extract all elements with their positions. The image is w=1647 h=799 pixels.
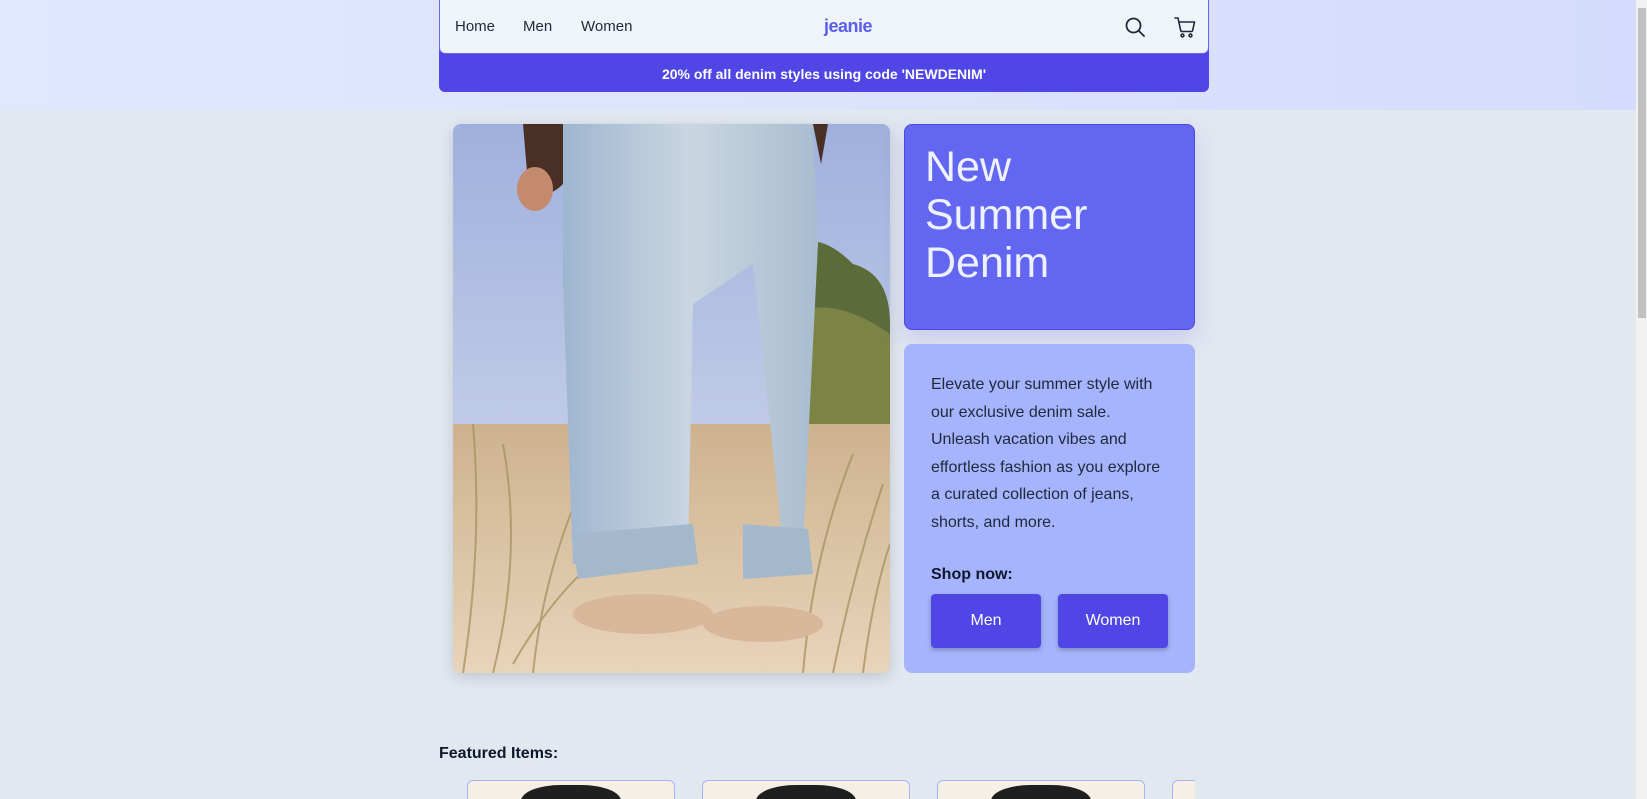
featured-items-heading: Featured Items: (439, 745, 559, 762)
nav-link-men[interactable]: Men (523, 18, 552, 35)
nav-link-women[interactable]: Women (581, 18, 632, 35)
shop-now-label: Shop now: (931, 566, 1013, 583)
site-logo[interactable]: jeanie (824, 16, 873, 37)
product-image (991, 785, 1091, 799)
featured-item-card[interactable] (467, 780, 675, 799)
scrollbar-thumb[interactable] (1638, 8, 1646, 318)
shop-women-button[interactable]: Women (1058, 594, 1168, 648)
featured-item-card[interactable] (1172, 780, 1195, 799)
navbar: Home Men Women jeanie (439, 0, 1209, 54)
promo-banner: 20% off all denim styles using code 'NEW… (439, 48, 1209, 92)
product-image (521, 785, 621, 799)
featured-item-card[interactable] (702, 780, 910, 799)
hero-image (453, 124, 890, 673)
site-header: Home Men Women jeanie 20% off all denim … (439, 0, 1209, 92)
search-icon[interactable] (1123, 15, 1147, 39)
product-image (756, 785, 856, 799)
nav-link-home[interactable]: Home (455, 18, 495, 35)
hero-title-line: Summer (925, 191, 1088, 239)
hero-title-card: New Summer Denim (904, 124, 1195, 330)
hero-description: Elevate your summer style with our exclu… (931, 376, 1161, 531)
shop-men-button[interactable]: Men (931, 594, 1041, 648)
hero-description-card: Elevate your summer style with our exclu… (904, 344, 1195, 673)
cart-icon[interactable] (1173, 15, 1197, 39)
hero-title-line: Denim (925, 239, 1050, 287)
hero-title-line: New (925, 143, 1012, 191)
hero-title: New Summer Denim (925, 143, 1174, 287)
featured-item-card[interactable] (937, 780, 1145, 799)
